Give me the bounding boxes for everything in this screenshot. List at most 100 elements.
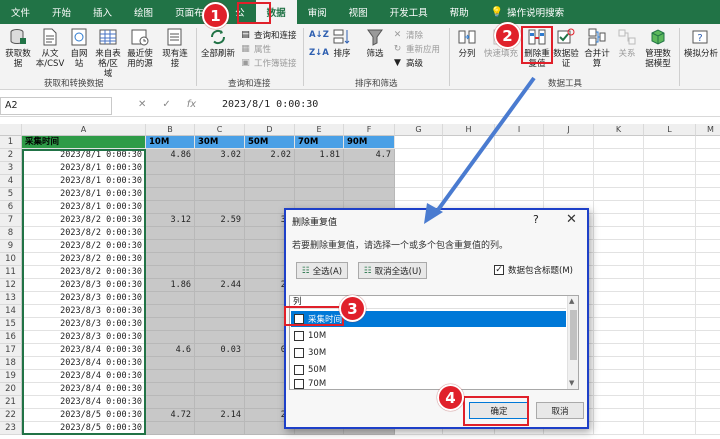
table-cell[interactable] (696, 318, 720, 331)
table-cell[interactable] (594, 370, 644, 383)
table-cell[interactable] (644, 240, 696, 253)
row-header[interactable]: 14 (0, 305, 22, 318)
table-cell[interactable] (644, 357, 696, 370)
checkbox-unchecked-icon[interactable] (294, 365, 304, 375)
table-cell[interactable] (295, 188, 344, 201)
table-cell[interactable] (443, 175, 495, 188)
column-header[interactable]: B (146, 124, 195, 136)
column-header[interactable]: H (443, 124, 495, 136)
header-cell[interactable]: 30M (195, 136, 245, 149)
manage-data-model-button[interactable]: 管理数据模型 (643, 27, 673, 69)
table-cell[interactable] (594, 227, 644, 240)
checkbox-unchecked-icon[interactable] (294, 331, 304, 341)
row-header[interactable]: 9 (0, 240, 22, 253)
table-cell[interactable] (495, 162, 544, 175)
table-cell[interactable] (544, 162, 594, 175)
menu-view[interactable]: 视图 (338, 0, 379, 24)
row-header[interactable]: 18 (0, 357, 22, 370)
table-cell[interactable]: 3.02 (195, 149, 245, 162)
column-header[interactable]: C (195, 124, 245, 136)
table-cell[interactable] (594, 409, 644, 422)
header-cell[interactable]: 90M (344, 136, 395, 149)
row-header[interactable]: 11 (0, 266, 22, 279)
table-cell[interactable] (146, 240, 195, 253)
select-all-corner[interactable] (0, 124, 22, 136)
row-header[interactable]: 21 (0, 396, 22, 409)
table-cell[interactable] (594, 162, 644, 175)
checkbox-unchecked-icon[interactable] (294, 379, 304, 389)
row-header[interactable]: 13 (0, 292, 22, 305)
unselect-all-button[interactable]: ☷ 取消全选(U) (358, 262, 428, 279)
table-cell[interactable] (245, 162, 295, 175)
table-cell[interactable] (544, 149, 594, 162)
menu-review[interactable]: 审阅 (297, 0, 338, 24)
table-cell[interactable] (696, 409, 720, 422)
table-cell[interactable] (644, 149, 696, 162)
table-cell[interactable] (594, 175, 644, 188)
column-item[interactable]: 10M (291, 328, 566, 344)
reapply-button[interactable]: ↻ 重新应用 (392, 43, 440, 55)
table-cell[interactable] (644, 396, 696, 409)
table-cell[interactable] (195, 175, 245, 188)
table-cell[interactable] (594, 201, 644, 214)
table-cell[interactable]: 4.7 (344, 149, 395, 162)
table-cell[interactable] (696, 214, 720, 227)
table-cell[interactable] (696, 227, 720, 240)
table-cell[interactable] (344, 162, 395, 175)
menu-insert[interactable]: 插入 (82, 0, 123, 24)
consolidate-button[interactable]: 合并计算 (582, 27, 612, 69)
from-text-button[interactable]: 从文本/CSV (36, 27, 64, 69)
sort-descending-button[interactable]: Z↓A (309, 48, 329, 58)
table-cell[interactable] (644, 188, 696, 201)
formula-input[interactable]: 2023/8/1 0:00:30 (222, 99, 318, 110)
table-cell[interactable] (594, 253, 644, 266)
table-cell[interactable] (696, 292, 720, 305)
table-cell[interactable] (195, 422, 245, 435)
header-cell[interactable]: 10M (146, 136, 195, 149)
filter-button[interactable]: 筛选 (363, 27, 387, 59)
table-cell[interactable] (644, 422, 696, 435)
table-cell[interactable]: 4.86 (146, 149, 195, 162)
row-header[interactable]: 15 (0, 318, 22, 331)
menu-draw[interactable]: 绘图 (123, 0, 164, 24)
table-cell[interactable] (696, 331, 720, 344)
table-cell[interactable] (696, 266, 720, 279)
has-headers-checkbox[interactable]: ✓ 数据包含标题(M) (494, 264, 573, 276)
table-cell[interactable] (195, 357, 245, 370)
table-cell[interactable] (696, 422, 720, 435)
relationships-button[interactable]: 关系 (617, 27, 637, 59)
header-cell[interactable]: 采集时间 (22, 136, 146, 149)
scroll-down-icon[interactable]: ▼ (569, 379, 574, 387)
table-cell[interactable] (195, 240, 245, 253)
table-cell[interactable] (594, 422, 644, 435)
table-cell[interactable] (195, 162, 245, 175)
column-header[interactable]: I (495, 124, 544, 136)
table-cell[interactable] (644, 175, 696, 188)
table-cell[interactable] (195, 383, 245, 396)
insert-function-icon[interactable]: fx (187, 99, 196, 110)
table-cell[interactable] (644, 227, 696, 240)
properties-button[interactable]: ▦ 属性 (240, 43, 271, 55)
table-cell[interactable] (195, 201, 245, 214)
table-cell[interactable] (644, 409, 696, 422)
table-cell[interactable] (495, 136, 544, 149)
cancel-entry-icon[interactable]: ✕ (138, 99, 146, 110)
table-cell[interactable] (195, 305, 245, 318)
table-cell[interactable] (443, 136, 495, 149)
table-cell[interactable] (594, 344, 644, 357)
table-cell[interactable] (644, 292, 696, 305)
row-header[interactable]: 4 (0, 175, 22, 188)
row-header[interactable]: 1 (0, 136, 22, 149)
table-cell[interactable] (644, 279, 696, 292)
table-cell[interactable] (344, 175, 395, 188)
table-cell[interactable] (495, 149, 544, 162)
what-if-analysis-button[interactable]: ? 模拟分析 (684, 27, 718, 59)
table-cell[interactable] (245, 188, 295, 201)
edit-links-button[interactable]: ▣ 工作簿链接 (240, 57, 296, 69)
from-web-button[interactable]: 自网站 (68, 27, 90, 69)
table-cell[interactable] (146, 162, 195, 175)
table-cell[interactable] (295, 175, 344, 188)
table-cell[interactable]: 1.86 (146, 279, 195, 292)
row-header[interactable]: 20 (0, 383, 22, 396)
table-cell[interactable] (594, 188, 644, 201)
